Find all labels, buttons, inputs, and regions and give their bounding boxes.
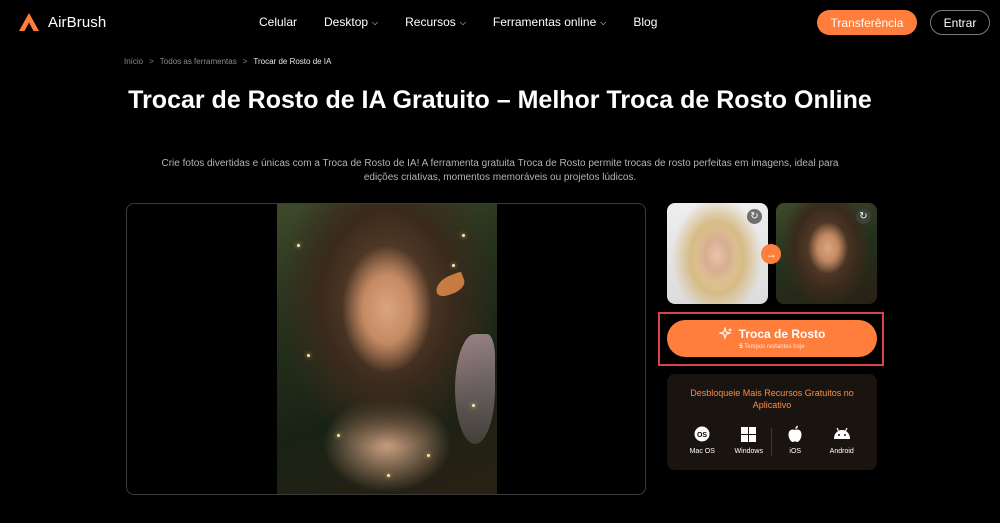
platform-label: Mac OS xyxy=(689,448,715,455)
target-image-thumbnail[interactable]: ↻ xyxy=(776,203,877,304)
nav-item-celular[interactable]: Celular xyxy=(259,15,297,29)
airbrush-logo-icon xyxy=(19,13,39,31)
breadcrumb-home[interactable]: Início xyxy=(124,57,143,66)
svg-text:OS: OS xyxy=(697,432,707,439)
android-icon xyxy=(833,425,851,443)
nav-item-label: Ferramentas online xyxy=(492,15,597,29)
platform-list: OS Mac OS Windows iOS Android xyxy=(667,425,877,455)
sparkle xyxy=(337,434,340,437)
face-swap-button[interactable]: Troca de Rosto 5 Tempos restantes hoje xyxy=(667,320,877,357)
nav-item-ferramentas-online[interactable]: Ferramentas online ⌵ xyxy=(493,15,606,29)
fairy-wing xyxy=(455,334,495,444)
nav-item-desktop[interactable]: Desktop ⌵ xyxy=(324,15,378,29)
arrow-right-icon: → xyxy=(761,244,781,264)
nav-item-label: Celular xyxy=(259,15,298,29)
logo-text: AirBrush xyxy=(48,13,107,31)
fairy-ear xyxy=(432,271,468,299)
breadcrumb-separator: > xyxy=(242,57,248,66)
apple-icon xyxy=(786,425,804,443)
swap-button-label: Troca de Rosto xyxy=(738,327,826,341)
breadcrumb: Início > Todos as ferramentas > Trocar d… xyxy=(124,57,331,66)
sparkle xyxy=(307,354,310,357)
chevron-down-icon: ⌵ xyxy=(372,18,379,27)
refresh-icon[interactable]: ↻ xyxy=(747,209,762,224)
chevron-down-icon: ⌵ xyxy=(459,18,466,27)
fairy-portrait-image xyxy=(277,204,497,494)
sparkle xyxy=(387,474,390,477)
platform-label: Windows xyxy=(734,448,763,455)
nav-item-recursos[interactable]: Recursos ⌵ xyxy=(405,15,466,29)
page-subtitle: Crie fotos divertidas e únicas com a Tro… xyxy=(161,158,839,183)
app-download-panel: Desbloqueie Mais Recursos Gratuitos no A… xyxy=(667,374,877,470)
nav-item-label: Recursos xyxy=(405,15,456,29)
nav-item-blog[interactable]: Blog xyxy=(633,15,657,29)
top-navigation: AirBrush Celular Desktop ⌵ Recursos ⌵ Fe… xyxy=(0,0,1000,44)
transfer-button[interactable]: Transferência xyxy=(817,10,917,35)
nav-item-label: Desktop xyxy=(324,15,369,29)
breadcrumb-separator: > xyxy=(149,57,154,66)
refresh-icon[interactable]: ↻ xyxy=(856,209,871,224)
windows-icon xyxy=(740,425,758,443)
sparkle xyxy=(472,404,475,407)
platform-android[interactable]: Android xyxy=(822,425,862,455)
platform-macos[interactable]: OS Mac OS xyxy=(682,425,722,455)
remaining-uses: 5 Tempos restantes hoje xyxy=(739,344,804,350)
remaining-count: 5 xyxy=(739,344,743,350)
sparkle xyxy=(427,454,430,457)
platform-label: Android xyxy=(829,448,854,455)
sparkle xyxy=(452,264,455,267)
nav-item-label: Blog xyxy=(633,15,658,29)
breadcrumb-tools[interactable]: Todos as ferramentas xyxy=(160,57,237,66)
main-nav: Celular Desktop ⌵ Recursos ⌵ Ferramentas… xyxy=(259,15,684,29)
platform-ios[interactable]: iOS xyxy=(775,425,815,455)
remaining-text: Tempos restantes hoje xyxy=(744,344,805,350)
result-preview xyxy=(126,203,646,495)
swap-button-main: Troca de Rosto xyxy=(718,327,826,341)
airbrush-logo[interactable]: AirBrush xyxy=(18,12,106,32)
download-title: Desbloqueie Mais Recursos Gratuitos no A… xyxy=(690,388,854,410)
sparkle-icon xyxy=(718,327,732,340)
platform-windows[interactable]: Windows xyxy=(729,425,769,455)
macos-icon: OS xyxy=(693,425,711,443)
breadcrumb-current: Trocar de Rosto de IA xyxy=(253,57,332,66)
chevron-down-icon: ⌵ xyxy=(600,18,607,27)
sparkle xyxy=(297,244,300,247)
page-title: Trocar de Rosto de IA Gratuito – Melhor … xyxy=(128,86,872,114)
platform-label: iOS xyxy=(789,448,802,455)
source-face-thumbnail[interactable]: ↻ xyxy=(667,203,768,304)
login-button[interactable]: Entrar xyxy=(930,10,990,35)
sparkle xyxy=(462,234,465,237)
